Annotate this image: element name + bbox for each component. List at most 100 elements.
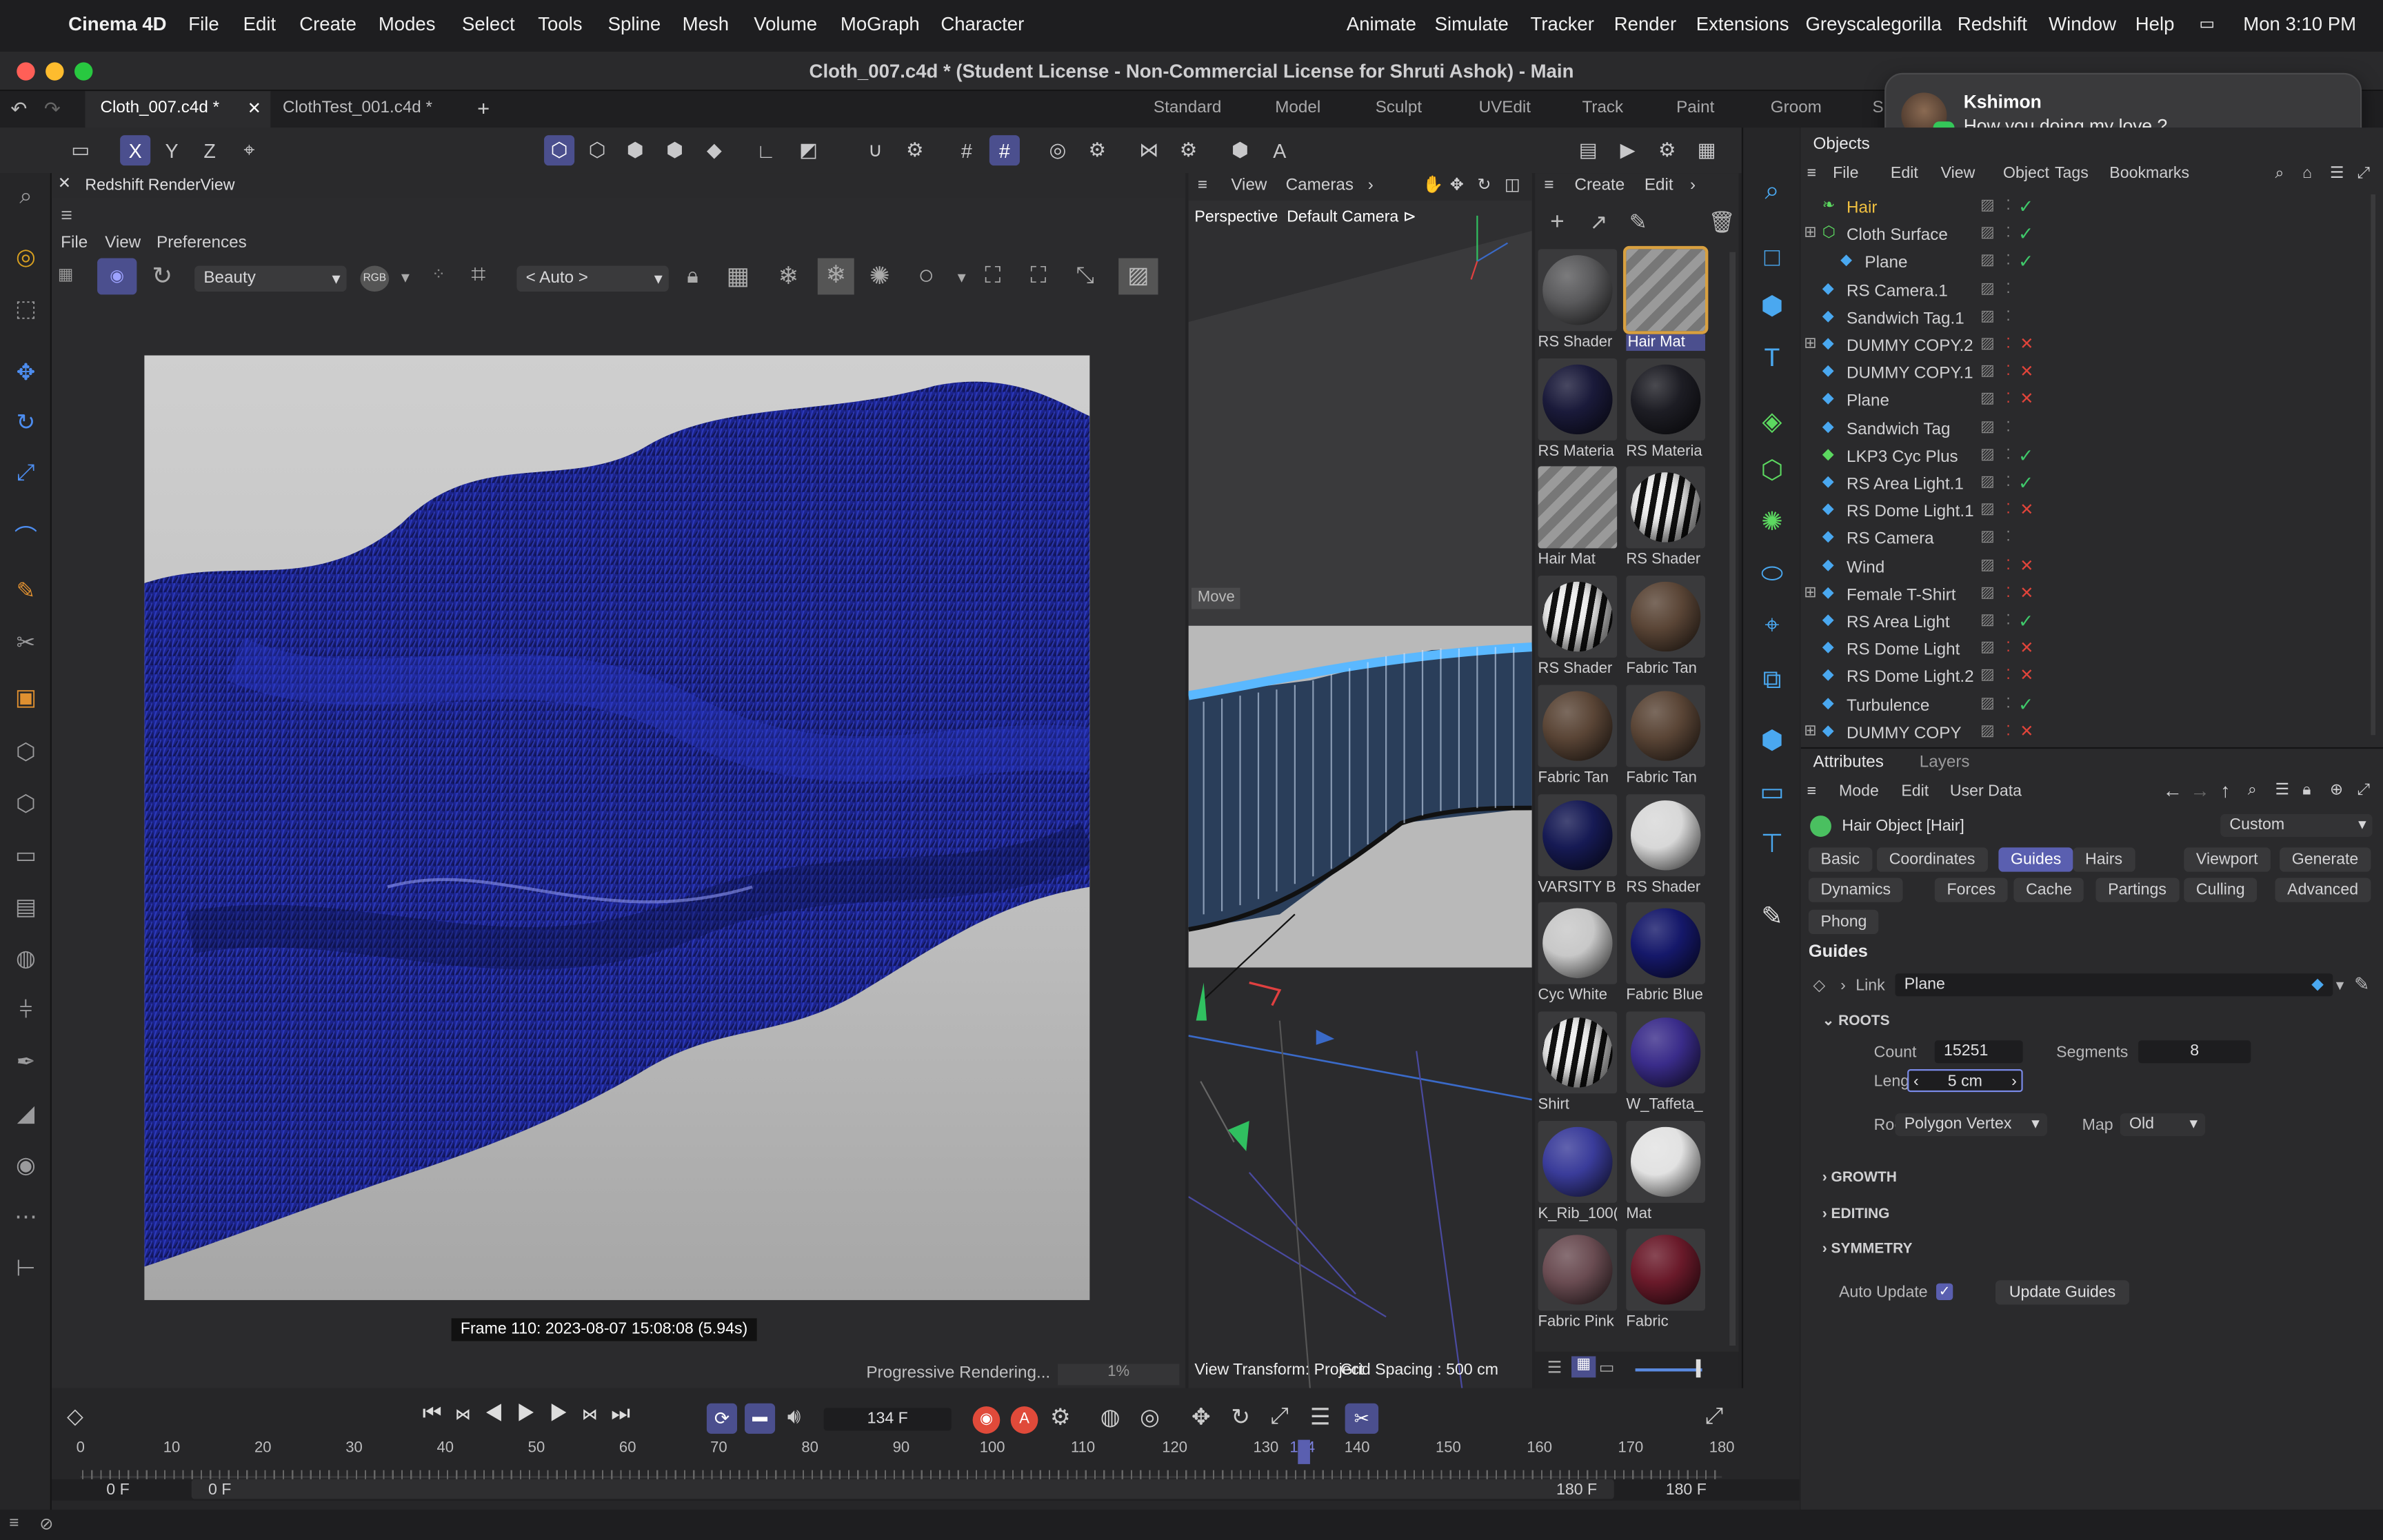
more-arrow-icon[interactable]: › — [1368, 176, 1374, 194]
page-tab-advanced[interactable]: Advanced — [2275, 878, 2371, 902]
volume-icon[interactable]: ⧉ — [1754, 662, 1791, 699]
menu-mesh[interactable]: Mesh — [683, 14, 729, 35]
layer-visibility-icon[interactable]: ▨ — [1980, 695, 1995, 711]
preset-dropdown[interactable]: Custom ▾ — [2220, 813, 2373, 837]
status-check-icon[interactable]: ⊘ — [39, 1514, 53, 1534]
layout-tab-standard[interactable]: Standard — [1154, 99, 1221, 116]
mouse-icon[interactable]: ◍ — [9, 942, 42, 975]
animate-icon[interactable]: A — [1265, 135, 1295, 165]
create-menu[interactable]: Create — [1574, 176, 1625, 194]
effector-icon[interactable]: ✺ — [1754, 504, 1791, 540]
menu-character[interactable]: Character — [941, 14, 1024, 35]
object-row[interactable]: ◆ Sandwich Tag ▨ ⁚ — [1801, 416, 2383, 443]
layer-visibility-icon[interactable]: ▨ — [1980, 640, 1995, 656]
polygons-mode-icon[interactable]: ⬢ — [660, 135, 690, 165]
pick-object-icon[interactable]: ✎ — [2354, 973, 2369, 995]
generator-icon[interactable]: ◈ — [1754, 404, 1791, 440]
attributes-tab[interactable]: Attributes — [1813, 753, 1883, 771]
page-tab-hairs[interactable]: Hairs — [2073, 847, 2135, 872]
menu-animate[interactable]: Animate — [1347, 14, 1416, 35]
layers-tab[interactable]: Layers — [1920, 753, 1970, 771]
layer-visibility-icon[interactable]: ▨ — [1980, 363, 1995, 380]
object-row[interactable]: ◆ Plane ▨ ⁚ ✕ — [1801, 388, 2383, 416]
camera-label[interactable]: Default Camera — [1287, 208, 1398, 226]
texture-icon[interactable]: ▣ — [9, 680, 42, 713]
auto-update-checkbox[interactable]: ✓ — [1936, 1283, 1953, 1300]
circle-icon[interactable]: ○ — [918, 260, 934, 292]
editor-visibility-dot[interactable]: ⁚ — [2006, 336, 2010, 352]
editor-visibility-dot[interactable]: ⁚ — [2006, 281, 2010, 297]
fit-icon[interactable]: ⛶ — [1030, 263, 1046, 288]
material-swatch[interactable]: RS Shader — [1538, 576, 1618, 682]
length-field[interactable]: ‹ 5 cm › — [1907, 1069, 2023, 1093]
undo-icon[interactable]: ↶ — [10, 97, 27, 121]
layer-visibility-icon[interactable]: ▨ — [1980, 557, 1995, 574]
status-menu-icon[interactable]: ≡ — [9, 1514, 19, 1532]
material-swatch[interactable]: Shirt — [1538, 1011, 1618, 1117]
layout-tab-s[interactable]: S — [1872, 99, 1883, 116]
slider-handle[interactable] — [1696, 1359, 1701, 1378]
object-menu-icon[interactable]: ≡ — [1807, 164, 1817, 182]
material-swatch[interactable]: K_Rib_100( — [1538, 1120, 1618, 1226]
sparkle-icon[interactable]: ✺ — [869, 261, 890, 292]
menu-select[interactable]: Select — [462, 14, 515, 35]
segments-field[interactable]: 8 — [2138, 1040, 2251, 1064]
layout-tab-uvedit[interactable]: UVEdit — [1479, 99, 1531, 116]
workplane-grid-icon[interactable]: ⋯ — [9, 1200, 42, 1233]
increment-icon[interactable]: › — [2011, 1072, 2017, 1090]
points-mode-icon[interactable]: ⬡ — [582, 135, 612, 165]
move-view-icon[interactable]: ✥ — [1450, 174, 1464, 194]
expand-icon[interactable]: › — [1840, 977, 1846, 995]
editor-visibility-dot[interactable]: ⁚ — [2006, 529, 2010, 546]
editor-visibility-dot[interactable]: ⁚ — [2006, 585, 2010, 601]
update-guides-button[interactable]: Update Guides — [1995, 1280, 2130, 1305]
material-swatch[interactable]: RS Shader — [1538, 249, 1618, 355]
editor-visibility-dot[interactable]: ⁚ — [2006, 557, 2010, 574]
material-swatch[interactable]: Fabric Tan — [1626, 685, 1705, 791]
page-tab-basic[interactable]: Basic — [1808, 847, 1872, 872]
editor-visibility-dot[interactable]: ⁚ — [2006, 197, 2010, 214]
layout-tab-model[interactable]: Model — [1275, 99, 1320, 116]
disabled-x-icon[interactable]: ✕ — [2020, 500, 2033, 519]
expand-icon[interactable]: ⊞ — [1804, 585, 1816, 601]
layer-visibility-icon[interactable]: ▨ — [1980, 612, 1995, 629]
select-object-icon[interactable]: ⌕ — [1754, 173, 1791, 210]
environment-icon[interactable]: ⬢ — [1754, 723, 1791, 760]
search-icon[interactable]: ⌕ — [2275, 164, 2284, 184]
decrement-icon[interactable]: ‹ — [1913, 1072, 1919, 1090]
editor-visibility-dot[interactable]: ⁚ — [2006, 667, 2010, 684]
text-icon[interactable]: T — [1754, 341, 1791, 377]
layer-visibility-icon[interactable]: ▨ — [1980, 501, 1995, 518]
object-row[interactable]: ⊞ ◆ DUMMY COPY.2 ▨ ⁚ ✕ — [1801, 333, 2383, 361]
layer-visibility-icon[interactable]: ▨ — [1980, 585, 1995, 601]
disabled-x-icon[interactable]: ✕ — [2020, 638, 2033, 658]
view-menu[interactable]: View — [1231, 176, 1267, 194]
layer-visibility-icon[interactable]: ▨ — [1980, 253, 1995, 270]
large-view-icon[interactable]: ▭ — [1599, 1358, 1615, 1377]
start-frame[interactable]: 0 F — [106, 1481, 129, 1499]
menu-create[interactable]: Create — [299, 14, 356, 35]
edit-menu[interactable]: Edit — [1645, 176, 1673, 194]
disabled-x-icon[interactable]: ✕ — [2020, 555, 2033, 575]
material-icon[interactable]: ⬢ — [1225, 135, 1256, 165]
disabled-x-icon[interactable]: ✕ — [2020, 721, 2033, 740]
render-start-icon[interactable]: ◉ — [97, 258, 137, 295]
split-icon[interactable]: ⫩ — [9, 993, 42, 1026]
link-dropdown-icon[interactable]: ▾ — [2336, 977, 2344, 995]
field-icon[interactable]: ⌖ — [1754, 607, 1791, 644]
disabled-x-icon[interactable]: ✕ — [2020, 666, 2033, 685]
crop-icon[interactable]: ⌗ — [471, 260, 485, 290]
axis-mode-icon[interactable]: ∟ — [751, 135, 781, 165]
view-mode-label[interactable]: Perspective — [1194, 208, 1278, 226]
object-row[interactable]: ◆ Plane ▨ ⁚ ✓ — [1801, 250, 2383, 277]
group-editing[interactable]: › EDITING — [1822, 1205, 1890, 1222]
z-axis-lock-icon[interactable]: Z — [194, 135, 225, 165]
group-growth[interactable]: › GROWTH — [1822, 1169, 1897, 1186]
material-swatch[interactable]: RS Materia — [1538, 358, 1618, 464]
page-tab-forces[interactable]: Forces — [1934, 878, 2008, 902]
uv-mode-icon[interactable]: ◆ — [699, 135, 730, 165]
object-menu-edit[interactable]: Edit — [1891, 164, 1918, 182]
menu-edit[interactable]: Edit — [243, 14, 276, 35]
editor-visibility-dot[interactable]: ⁚ — [2006, 501, 2010, 518]
disabled-x-icon[interactable]: ✕ — [2020, 583, 2033, 602]
